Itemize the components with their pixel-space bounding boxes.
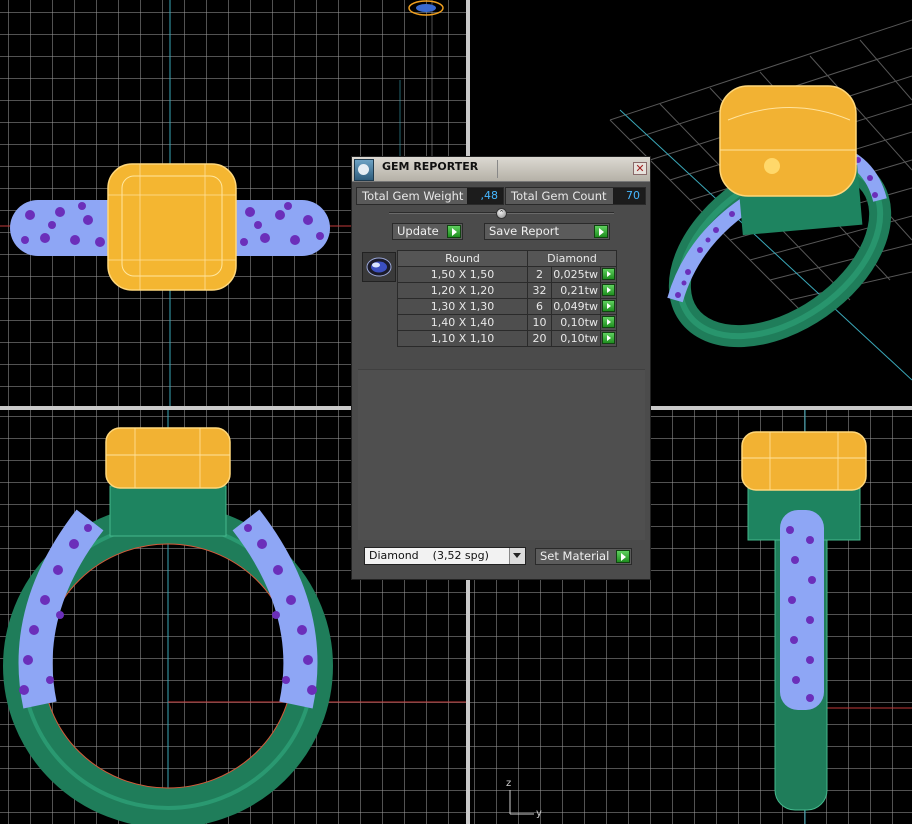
row-select-button[interactable] [600, 282, 617, 299]
row-select-button[interactable] [600, 266, 617, 283]
gem-table-header: Round Diamond [397, 250, 617, 267]
table-row[interactable]: 1,20 X 1,20 32 0,21tw [397, 282, 617, 299]
row-select-button[interactable] [600, 298, 617, 315]
gem-size: 1,50 X 1,50 [397, 266, 528, 283]
round-diamond-icon [366, 257, 392, 277]
update-button[interactable]: Update [392, 223, 463, 240]
set-material-button[interactable]: Set Material [535, 548, 632, 565]
play-arrow-icon [594, 225, 608, 238]
gem-weight: 0,10tw [551, 314, 601, 331]
gem-app-icon [354, 159, 374, 181]
table-row[interactable]: 1,50 X 1,50 2 0,025tw [397, 266, 617, 283]
total-gem-weight-value: ,48 [467, 188, 503, 204]
gem-table: Round Diamond 1,50 X 1,50 2 0,025tw 1,20… [397, 250, 617, 347]
gem-weight: 0,049tw [551, 298, 601, 315]
play-arrow-icon [602, 284, 615, 296]
gem-qty: 32 [527, 282, 552, 299]
header-shape: Round [397, 250, 528, 267]
row-select-button[interactable] [600, 330, 617, 347]
save-report-button[interactable]: Save Report [484, 223, 610, 240]
gem-qty: 6 [527, 298, 552, 315]
panel-title: GEM REPORTER [382, 160, 479, 173]
material-select-value: Diamond (3,52 spg) [369, 549, 489, 562]
close-icon[interactable]: ✕ [633, 162, 647, 175]
center-stone-front [105, 427, 231, 489]
axis-gizmo [509, 790, 534, 815]
collapse-toggle-icon[interactable]: ⌃ [496, 208, 507, 219]
play-arrow-icon [602, 316, 615, 328]
header-material: Diamond [527, 250, 617, 267]
set-material-button-label: Set Material [540, 549, 610, 563]
table-row[interactable]: 1,30 X 1,30 6 0,049tw [397, 298, 617, 315]
gem-thumbnail[interactable] [362, 252, 396, 282]
small-gizmo [408, 0, 444, 16]
material-select[interactable]: Diamond (3,52 spg) [364, 547, 526, 565]
gem-size: 1,10 X 1,10 [397, 330, 528, 347]
save-report-button-label: Save Report [489, 224, 560, 238]
axis-y-label: y [536, 808, 542, 819]
gem-size: 1,30 X 1,30 [397, 298, 528, 315]
gem-weight: 0,21tw [551, 282, 601, 299]
gem-weight: 0,10tw [551, 330, 601, 347]
center-stone-perspective [719, 85, 857, 197]
table-row[interactable]: 1,40 X 1,40 10 0,10tw [397, 314, 617, 331]
title-separator [497, 160, 498, 178]
play-arrow-icon [616, 550, 630, 563]
play-arrow-icon [602, 268, 615, 280]
gem-size: 1,40 X 1,40 [397, 314, 528, 331]
gem-qty: 10 [527, 314, 552, 331]
center-stone-top [107, 163, 237, 291]
gem-qty: 20 [527, 330, 552, 347]
center-stone-side [741, 431, 867, 491]
gem-reporter-panel: GEM REPORTER ✕ Total Gem Weight ,48 Tota… [351, 156, 651, 580]
panel-titlebar[interactable]: GEM REPORTER ✕ [352, 157, 650, 182]
total-gem-count-value: 70 [613, 188, 645, 204]
gem-qty: 2 [527, 266, 552, 283]
chevron-down-icon[interactable] [509, 548, 525, 564]
row-select-button[interactable] [600, 314, 617, 331]
update-button-label: Update [397, 224, 439, 238]
ring-side [747, 483, 861, 811]
play-arrow-icon [602, 332, 615, 344]
gem-size: 1,20 X 1,20 [397, 282, 528, 299]
axis-z-label: z [506, 778, 512, 789]
gem-list-area[interactable] [358, 369, 645, 540]
table-row[interactable]: 1,10 X 1,10 20 0,10tw [397, 330, 617, 347]
play-arrow-icon [602, 300, 615, 312]
gem-weight: 0,025tw [551, 266, 601, 283]
play-arrow-icon [447, 225, 461, 238]
